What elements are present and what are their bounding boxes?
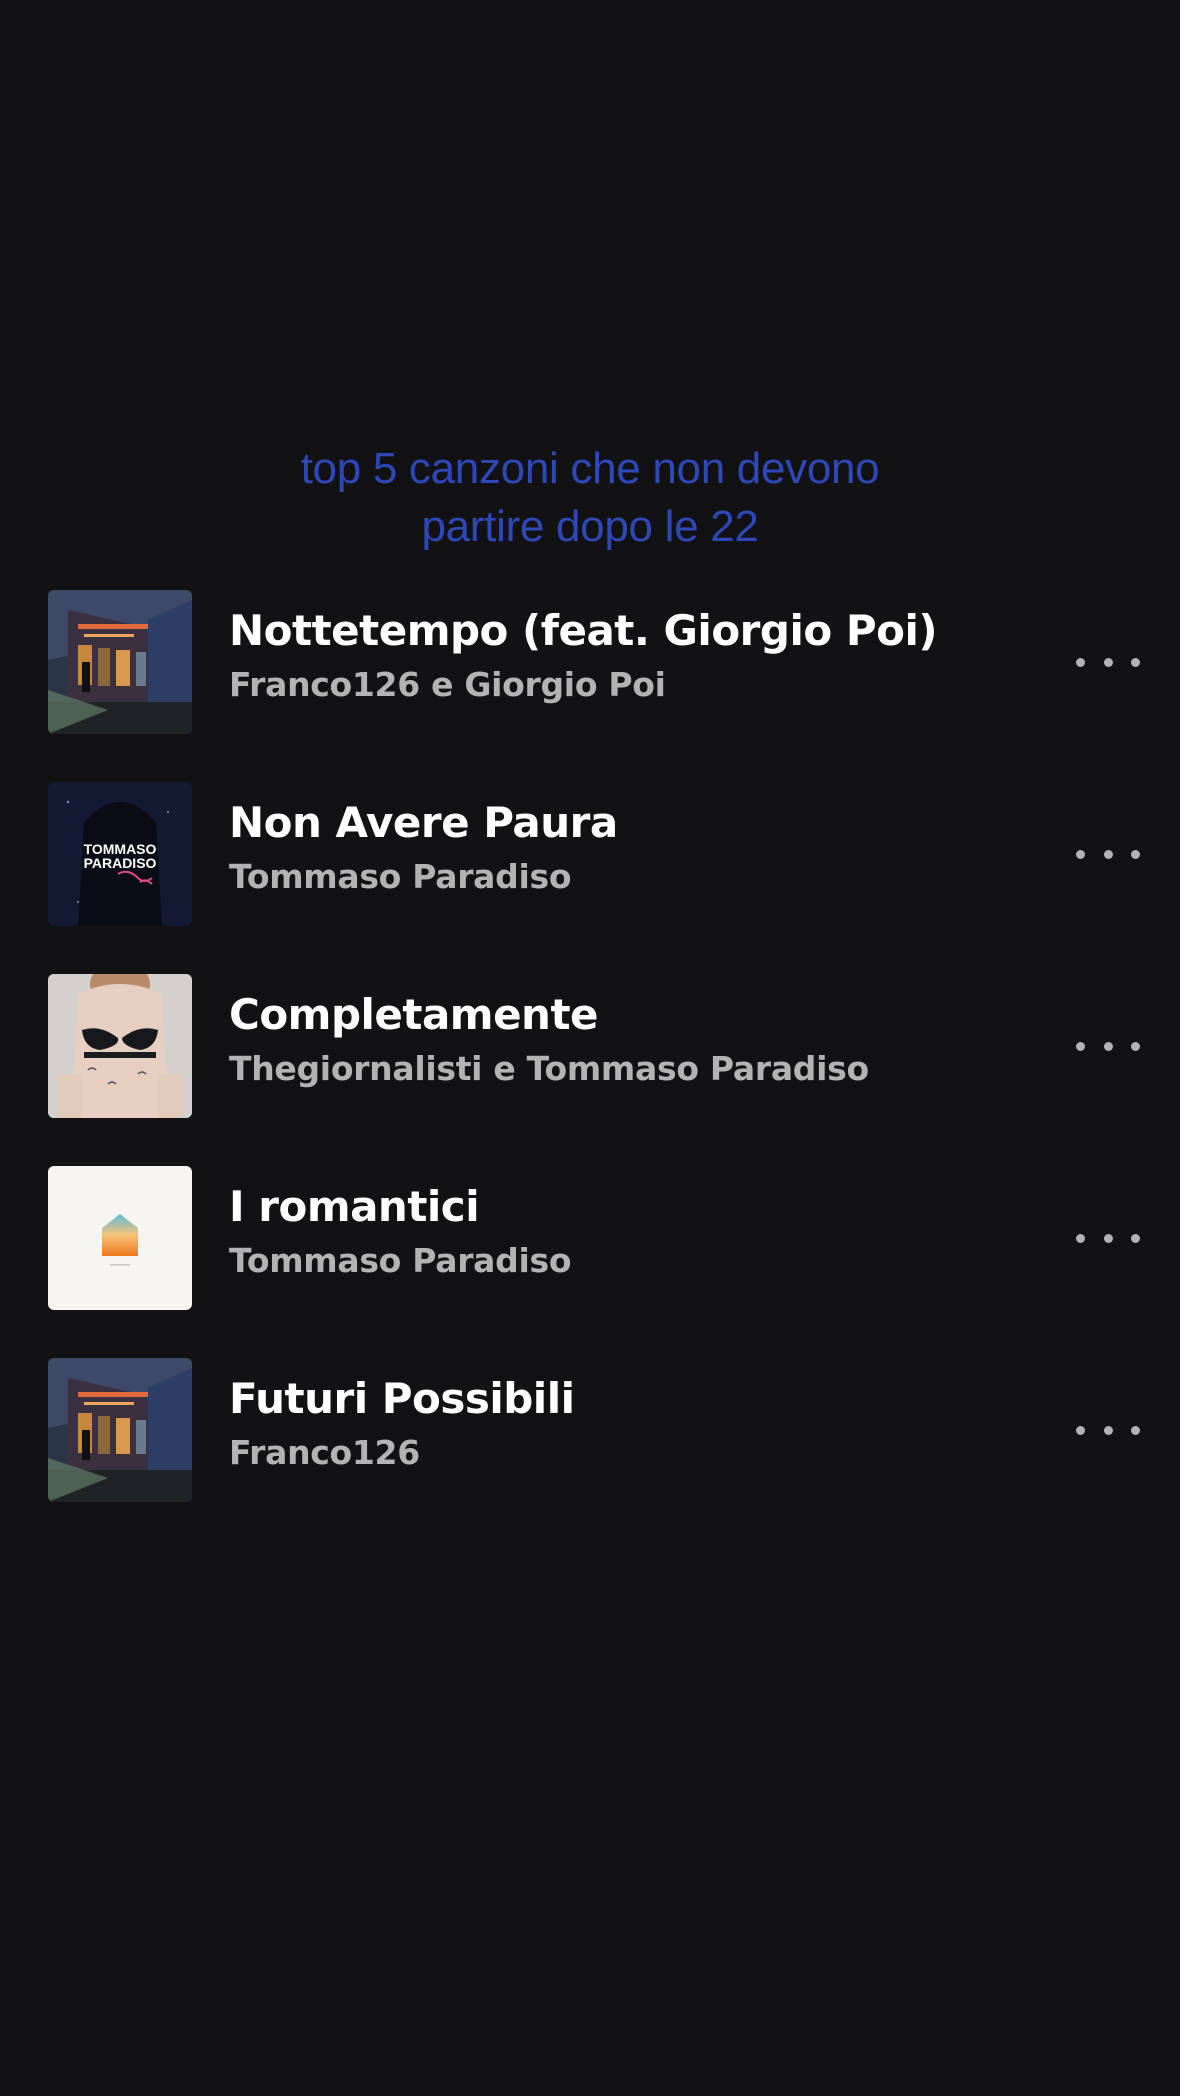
track-title: Non Avere Paura	[229, 798, 618, 847]
playlist-title: top 5 canzoni che non devono partire dop…	[0, 440, 1180, 556]
track-title: Completamente	[229, 990, 599, 1039]
track-info: Futuri Possibili Franco126	[229, 1372, 1049, 1474]
more-options-button[interactable]	[1076, 830, 1140, 878]
track-title: Futuri Possibili	[229, 1374, 575, 1423]
more-options-icon	[1076, 1041, 1085, 1051]
album-cover-tommaso-paradiso: TOMMASO PARADISO	[48, 782, 192, 926]
cover-text-line2: PARADISO	[84, 855, 157, 871]
track-info: Nottetempo (feat. Giorgio Poi) Franco126…	[229, 604, 1049, 706]
track-row[interactable]: Nottetempo (feat. Giorgio Poi) Franco126…	[0, 588, 1180, 780]
more-options-dot	[1131, 1233, 1140, 1243]
more-options-dot	[1103, 657, 1113, 667]
more-options-dot	[1103, 1233, 1113, 1243]
track-artist: Tommaso Paradiso	[229, 1241, 572, 1280]
track-row[interactable]: Completamente Thegiornalisti e Tommaso P…	[0, 972, 1180, 1164]
more-options-dot	[1131, 1041, 1140, 1051]
album-cover-white-house	[48, 1166, 192, 1310]
more-options-button[interactable]	[1076, 1406, 1140, 1454]
more-options-dot	[1131, 1425, 1140, 1435]
more-options-dot	[1131, 849, 1140, 859]
more-options-dot	[1103, 1041, 1113, 1051]
track-row[interactable]: TOMMASO PARADISO Non Avere Paura Tommaso…	[0, 780, 1180, 972]
track-artist: Franco126 e Giorgio Poi	[229, 665, 666, 704]
track-row[interactable]: I romantici Tommaso Paradiso	[0, 1164, 1180, 1356]
album-cover-night-train	[48, 590, 192, 734]
more-options-button[interactable]	[1076, 638, 1140, 686]
playlist-title-line2: partire dopo le 22	[421, 502, 759, 551]
album-cover-tattooed-woman	[48, 974, 192, 1118]
track-artist: Franco126	[229, 1433, 420, 1472]
more-options-icon	[1076, 657, 1085, 667]
more-options-button[interactable]	[1076, 1214, 1140, 1262]
album-cover-night-train	[48, 1358, 192, 1502]
playlist-title-line1: top 5 canzoni che non devono	[300, 444, 880, 493]
track-info: Non Avere Paura Tommaso Paradiso	[229, 796, 1049, 898]
track-info: Completamente Thegiornalisti e Tommaso P…	[229, 988, 1049, 1090]
more-options-icon	[1076, 849, 1085, 859]
track-title: I romantici	[229, 1182, 480, 1231]
track-info: I romantici Tommaso Paradiso	[229, 1180, 1049, 1282]
more-options-icon	[1076, 1233, 1085, 1243]
track-artist: Tommaso Paradiso	[229, 857, 572, 896]
more-options-dot	[1103, 1425, 1113, 1435]
more-options-button[interactable]	[1076, 1022, 1140, 1070]
track-list: Nottetempo (feat. Giorgio Poi) Franco126…	[0, 588, 1180, 1548]
more-options-dot	[1103, 849, 1113, 859]
track-artist: Thegiornalisti e Tommaso Paradiso	[229, 1049, 869, 1088]
track-title: Nottetempo (feat. Giorgio Poi)	[229, 606, 938, 655]
more-options-icon	[1076, 1425, 1085, 1435]
more-options-dot	[1131, 657, 1140, 667]
track-row[interactable]: Futuri Possibili Franco126	[0, 1356, 1180, 1548]
